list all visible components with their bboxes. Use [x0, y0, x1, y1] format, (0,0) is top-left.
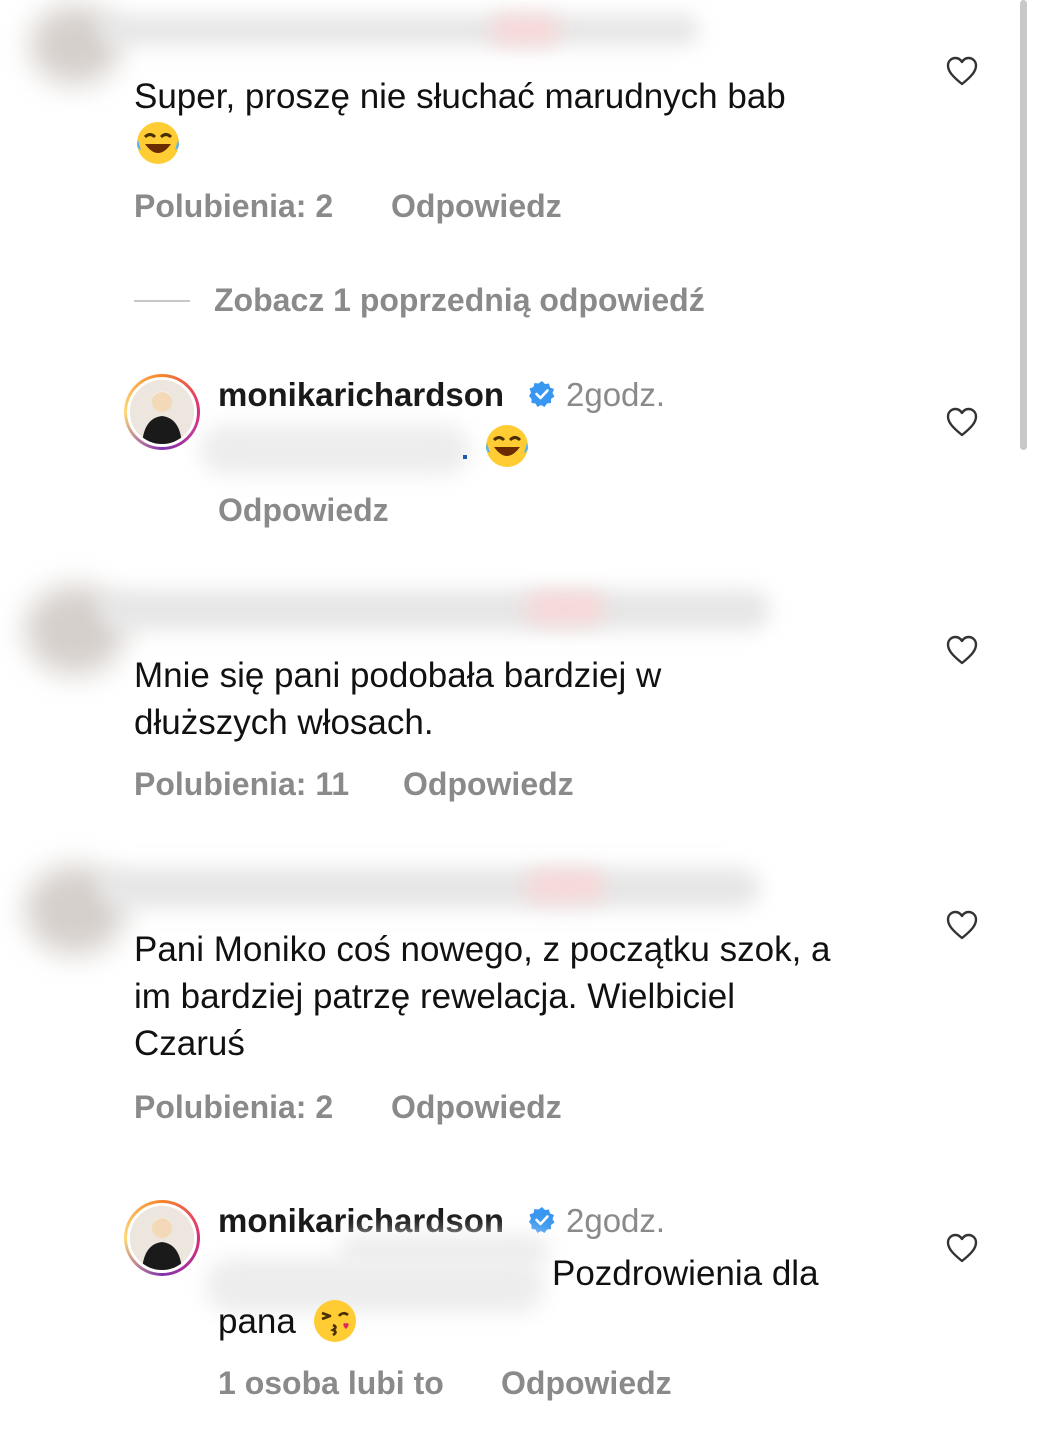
heart-icon[interactable]: [946, 56, 978, 86]
username[interactable]: monikarichardson: [218, 376, 504, 414]
kissing-heart-emoji: [314, 1300, 356, 1342]
heart-icon[interactable]: [946, 407, 978, 437]
heart-icon[interactable]: [946, 1233, 978, 1263]
likes-count[interactable]: Polubienia: 11: [134, 766, 349, 803]
comment-text: Pani Moniko coś nowego, z początku szok,…: [134, 930, 831, 1063]
view-previous-replies-label[interactable]: Zobacz 1 poprzednią odpowiedź: [214, 282, 705, 319]
username-redacted: [100, 15, 700, 45]
reply-text-line1: Pozdrowienia dla: [552, 1254, 819, 1293]
avatar[interactable]: [124, 1200, 200, 1276]
heart-icon[interactable]: [946, 910, 978, 940]
reply-button[interactable]: Odpowiedz: [391, 188, 562, 225]
reply-button[interactable]: Odpowiedz: [501, 1365, 672, 1402]
laughing-crying-emoji: [137, 122, 179, 164]
punctuation: [463, 455, 467, 459]
timestamp: 2godz.: [566, 1202, 666, 1239]
scrollbar[interactable]: [1020, 0, 1027, 450]
laughing-crying-emoji: [486, 425, 528, 467]
heart-icon[interactable]: [946, 635, 978, 665]
timestamp: 2godz.: [566, 376, 666, 413]
username-redacted: [100, 590, 770, 630]
reply-button[interactable]: Odpowiedz: [403, 766, 574, 803]
profile-photo: [130, 1206, 194, 1270]
profile-photo: [130, 380, 194, 444]
likes-count[interactable]: Polubienia: 2: [134, 1089, 333, 1126]
reply-button[interactable]: Odpowiedz: [391, 1089, 562, 1126]
username-redacted-tint: [525, 592, 605, 624]
verified-badge-icon: [529, 381, 555, 407]
mention-redacted: [200, 425, 470, 475]
likes-count[interactable]: Polubienia: 2: [134, 188, 333, 225]
username-redacted: [100, 868, 760, 908]
username-redacted-tint: [490, 15, 560, 45]
avatar[interactable]: [124, 374, 200, 450]
username-redacted-tint: [525, 870, 605, 902]
likes-count[interactable]: 1 osoba lubi to: [218, 1365, 444, 1402]
comment-text: Mnie się pani podobała bardziej w dłuższ…: [134, 656, 662, 742]
reply-text-line2: pana: [218, 1302, 296, 1341]
verified-badge-icon: [529, 1207, 555, 1233]
reply-button[interactable]: Odpowiedz: [218, 492, 389, 529]
comment-text: Super, proszę nie słuchać marudnych bab: [134, 77, 786, 116]
divider-line: [134, 300, 190, 302]
